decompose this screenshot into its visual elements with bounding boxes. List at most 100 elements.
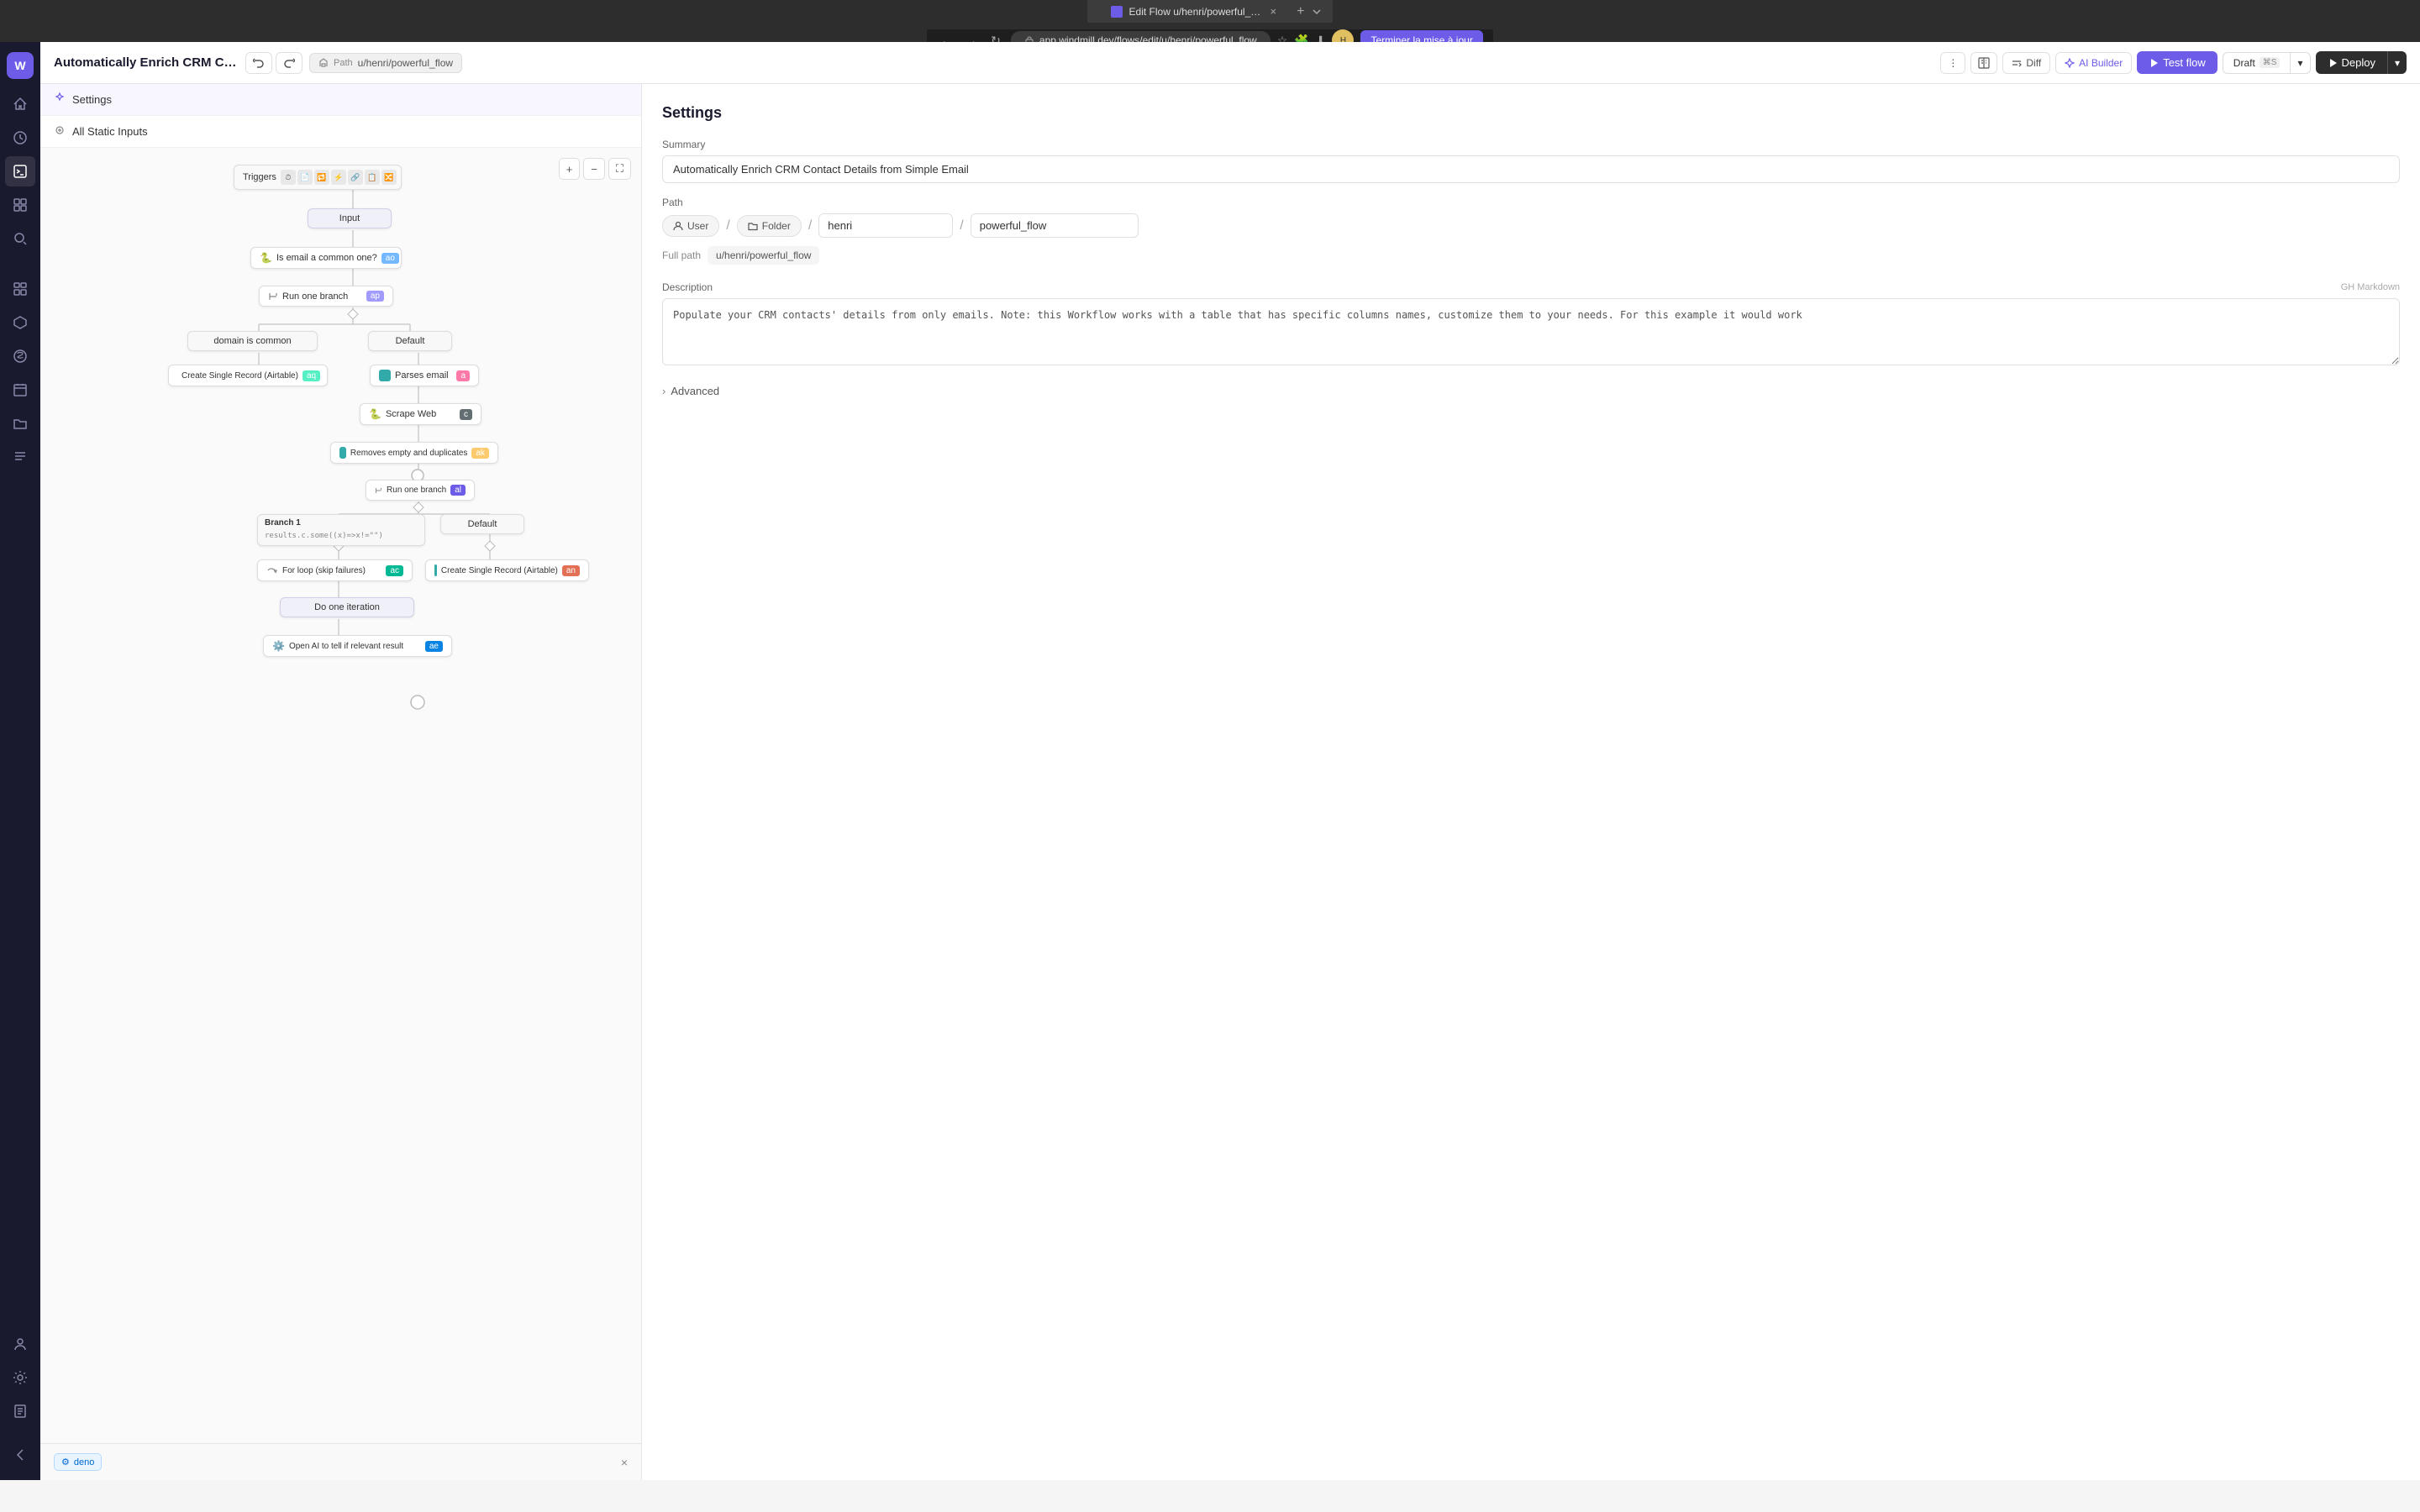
for-loop-label: For loop (skip failures) — [282, 566, 366, 575]
sidebar-item-dashboard[interactable] — [5, 274, 35, 304]
node-default-1[interactable]: Default — [368, 331, 452, 351]
redo-button[interactable] — [276, 52, 302, 74]
summary-input[interactable] — [662, 155, 2400, 183]
advanced-section: › Advanced — [662, 385, 2400, 397]
sidebar-item-variables[interactable] — [5, 341, 35, 371]
node-do-one-iter[interactable]: Do one iteration — [280, 597, 414, 617]
description-label: Description — [662, 281, 713, 293]
sidebar-item-flows[interactable] — [5, 123, 35, 153]
sidebar-item-home[interactable] — [5, 89, 35, 119]
folder-input[interactable] — [818, 213, 953, 238]
bottom-input[interactable] — [108, 1456, 613, 1468]
path-label: Path — [662, 197, 2400, 208]
node-triggers[interactable]: Triggers ⏱ 📄 🔁 ⚡ 🔗 📋 🔀 — [234, 165, 402, 190]
open-ai-badge: ae — [425, 641, 443, 652]
deploy-button[interactable]: Deploy — [2316, 51, 2387, 74]
draft-dropdown-button[interactable]: ▾ — [2291, 52, 2310, 74]
user-chip[interactable]: User — [662, 215, 719, 237]
expand-button[interactable]: ⛶ — [608, 158, 631, 180]
new-tab-button[interactable]: + — [1297, 4, 1304, 19]
trigger-loop-icon: 🔁 — [314, 170, 329, 185]
ai-builder-button[interactable]: AI Builder — [2055, 52, 2132, 74]
flow-canvas[interactable]: + − ⛶ — [40, 148, 641, 1443]
zoom-in-button[interactable]: + — [559, 158, 581, 180]
test-flow-button[interactable]: Test flow — [2137, 51, 2217, 74]
undo-button[interactable] — [245, 52, 272, 74]
close-bottom-bar-button[interactable]: × — [621, 1456, 628, 1469]
all-static-inputs-item[interactable]: All Static Inputs — [40, 116, 641, 148]
sidebar-item-settings[interactable] — [5, 1362, 35, 1393]
sidebar-item-scripts[interactable] — [5, 156, 35, 186]
description-header: Description GH Markdown — [662, 281, 2400, 293]
folder-chip-icon — [748, 221, 758, 231]
app-logo: W — [7, 52, 34, 79]
node-for-loop[interactable]: For loop (skip failures) ac — [257, 559, 413, 581]
sidebar-item-logs[interactable] — [5, 442, 35, 472]
create-single-2-badge: an — [562, 565, 580, 576]
node-removes-empty[interactable]: Removes empty and duplicates ak — [330, 442, 498, 464]
user-chip-icon — [673, 221, 683, 231]
scrape-web-label: Scrape Web — [386, 409, 436, 419]
scrape-icon: 🐍 — [369, 408, 381, 420]
sidebar-item-folders[interactable] — [5, 408, 35, 438]
diff-button[interactable]: Diff — [2002, 52, 2050, 74]
parse-icon — [379, 370, 391, 381]
book-button[interactable] — [1970, 52, 1997, 74]
right-panel: Settings Summary Path User / — [642, 84, 2420, 1480]
draft-group: Draft ⌘S ▾ — [2223, 52, 2311, 74]
node-is-email[interactable]: 🐍 Is email a common one? ao — [250, 247, 402, 269]
deno-icon: ⚙ — [61, 1457, 70, 1467]
left-panel: Settings All Static Inputs + − ⛶ — [40, 84, 642, 1480]
active-tab[interactable]: Edit Flow u/henri/powerful_flo... × — [1097, 0, 1291, 23]
node-run-branch-2[interactable]: Run one branch al — [366, 480, 475, 501]
trigger-link-icon: 🔗 — [348, 170, 363, 185]
branch-1-condition: results.c.some((x)=>x!="") — [265, 532, 383, 540]
airtable-icon-2 — [434, 564, 437, 576]
tab-title: Edit Flow u/henri/powerful_flo... — [1129, 6, 1264, 18]
removes-icon — [339, 447, 346, 459]
summary-field-group: Summary — [662, 139, 2400, 183]
zoom-out-button[interactable]: − — [583, 158, 605, 180]
node-default-2[interactable]: Default — [440, 514, 524, 534]
sidebar-item-apps[interactable] — [5, 190, 35, 220]
sidebar-collapse-button[interactable] — [5, 1440, 35, 1470]
sidebar-item-resources[interactable] — [5, 307, 35, 338]
advanced-label: Advanced — [671, 385, 719, 397]
trigger-schedule-icon: ⏱ — [281, 170, 296, 185]
settings-panel-item[interactable]: Settings — [40, 84, 641, 116]
deploy-dropdown-button[interactable]: ▾ — [2387, 51, 2407, 74]
flow-name-input[interactable] — [971, 213, 1139, 238]
node-domain-common[interactable]: domain is common — [187, 331, 318, 351]
sidebar-item-audit[interactable] — [5, 1396, 35, 1426]
description-textarea[interactable]: Populate your CRM contacts' details from… — [662, 298, 2400, 365]
node-input[interactable]: Input — [308, 208, 392, 228]
summary-label: Summary — [662, 139, 2400, 150]
trigger-event-icon: ⚡ — [331, 170, 346, 185]
more-options-button[interactable]: ⋮ — [1940, 52, 1965, 74]
bottom-bar: ⚙ deno × — [40, 1443, 641, 1480]
path-badge: Path u/henri/powerful_flow — [309, 53, 462, 73]
sidebar-item-schedules[interactable] — [5, 375, 35, 405]
create-single-2-label: Create Single Record (Airtable) — [441, 566, 558, 575]
tab-favicon — [1111, 6, 1123, 18]
node-branch-1[interactable]: Branch 1 results.c.some((x)=>x!="") — [257, 514, 425, 546]
full-path-row: Full path u/henri/powerful_flow — [662, 246, 2400, 265]
node-open-ai[interactable]: ⚙️ Open AI to tell if relevant result ae — [263, 635, 452, 657]
node-parses-email[interactable]: Parses email a — [370, 365, 479, 386]
parses-email-badge: a — [456, 370, 470, 381]
tab-close-icon[interactable]: × — [1270, 5, 1277, 18]
full-path-label: Full path — [662, 249, 701, 261]
do-one-iter-label: Do one iteration — [314, 602, 380, 612]
description-field-group: Description GH Markdown Populate your CR… — [662, 281, 2400, 368]
node-scrape-web[interactable]: 🐍 Scrape Web c — [360, 403, 481, 425]
create-single-1-badge: aq — [302, 370, 320, 381]
node-create-single-2[interactable]: Create Single Record (Airtable) an — [425, 559, 589, 581]
node-create-single-1[interactable]: Create Single Record (Airtable) aq — [168, 365, 328, 386]
folder-chip: Folder — [737, 215, 802, 237]
branch-1-title: Branch 1 — [265, 518, 301, 528]
sidebar-item-search[interactable] — [5, 223, 35, 254]
sidebar-item-users[interactable] — [5, 1329, 35, 1359]
advanced-toggle[interactable]: › Advanced — [662, 385, 2400, 397]
node-run-branch-1[interactable]: Run one branch ap — [259, 286, 393, 307]
draft-button[interactable]: Draft ⌘S — [2223, 52, 2291, 74]
